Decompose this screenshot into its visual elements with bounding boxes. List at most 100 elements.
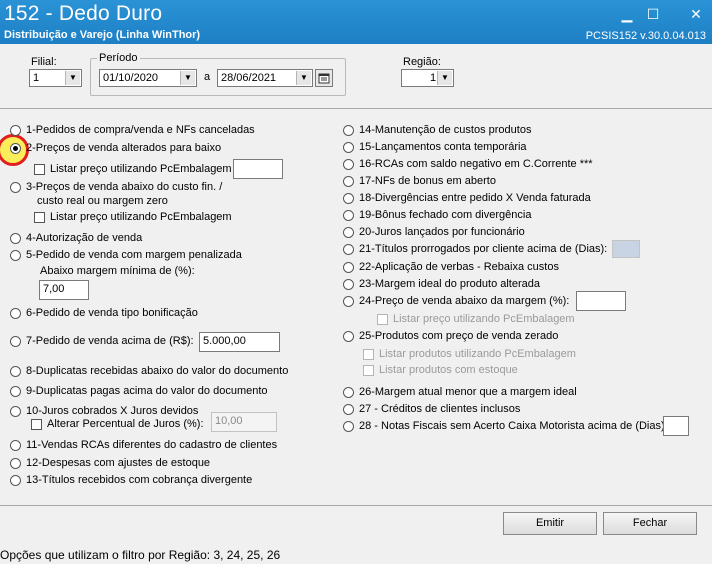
option-25-label: 25-Produtos com preço de venda zerado	[359, 330, 559, 342]
filial-label: Filial:	[31, 56, 57, 68]
radio-option-15[interactable]	[343, 142, 354, 153]
option-24-pcembalagem-label: Listar preço utilizando PcEmbalagem	[393, 313, 575, 325]
option-18-label: 18-Divergências entre pedido X Venda fat…	[359, 192, 591, 204]
radio-option-2[interactable]	[10, 143, 21, 154]
option-6-label: 6-Pedido de venda tipo bonificação	[26, 307, 198, 319]
option-28-days-field[interactable]	[663, 416, 689, 436]
option-3-label-line2: custo real ou margem zero	[37, 195, 168, 207]
radio-option-6[interactable]	[10, 308, 21, 319]
date-end-field[interactable]: 28/06/2021 ▼	[217, 69, 313, 87]
close-icon[interactable]: ✕	[686, 6, 706, 22]
fechar-button[interactable]: Fechar	[603, 512, 697, 535]
option-17-label: 17-NFs de bonus em aberto	[359, 175, 496, 187]
option-27-label: 27 - Créditos de clientes inclusos	[359, 403, 521, 415]
radio-option-16[interactable]	[343, 159, 354, 170]
radio-option-14[interactable]	[343, 125, 354, 136]
radio-option-10[interactable]	[10, 406, 21, 417]
minimize-icon[interactable]: ▁	[617, 6, 637, 22]
title-bar: 152 - Dedo Duro Distribuição e Varejo (L…	[0, 0, 712, 44]
radio-option-9[interactable]	[10, 386, 21, 397]
regiao-value: 1	[430, 72, 437, 84]
regiao-select[interactable]: 1 ▼	[401, 69, 454, 87]
option-25-estoque-checkbox[interactable]	[363, 365, 374, 376]
filial-value: 1	[33, 72, 40, 84]
date-separator: a	[204, 71, 211, 83]
option-25-estoque-label: Listar produtos com estoque	[379, 364, 518, 376]
calendar-icon[interactable]	[315, 69, 333, 87]
radio-option-20[interactable]	[343, 227, 354, 238]
radio-option-7[interactable]	[10, 336, 21, 347]
option-21-label: 21-Títulos prorrogados por cliente acima…	[359, 243, 608, 255]
option-5-margin-field[interactable]: 7,00	[39, 280, 89, 300]
option-3-label: 3-Preços de venda abaixo do custo fin. /	[26, 181, 223, 193]
option-9-label: 9-Duplicatas pagas acima do valor do doc…	[26, 385, 268, 397]
option-10-juros-field[interactable]: 10,00	[211, 412, 277, 432]
option-20-label: 20-Juros lançados por funcionário	[359, 226, 525, 238]
chevron-down-icon: ▼	[296, 71, 311, 85]
option-19-label: 19-Bônus fechado com divergência	[359, 209, 532, 221]
option-24-pcembalagem-checkbox[interactable]	[377, 314, 388, 325]
option-2-label: 2-Preços de venda alterados para baixo	[26, 142, 222, 154]
version-label: PCSIS152 v.30.0.04.013	[585, 30, 706, 42]
radio-option-5[interactable]	[10, 250, 21, 261]
radio-option-24[interactable]	[343, 296, 354, 307]
radio-option-12[interactable]	[10, 458, 21, 469]
radio-option-8[interactable]	[10, 366, 21, 377]
option-2-pcembalagem-label: Listar preço utilizando PcEmbalagem	[50, 163, 232, 175]
option-22-label: 22-Aplicação de verbas - Rebaixa custos	[359, 261, 559, 273]
radio-option-21[interactable]	[343, 244, 354, 255]
radio-option-28[interactable]	[343, 421, 354, 432]
radio-option-1[interactable]	[10, 125, 21, 136]
radio-option-3[interactable]	[10, 182, 21, 193]
option-7-value-field[interactable]: 5.000,00	[199, 332, 280, 352]
option-21-days-field[interactable]	[612, 240, 640, 258]
radio-option-11[interactable]	[10, 440, 21, 451]
option-3-pcembalagem-label: Listar preço utilizando PcEmbalagem	[50, 211, 232, 223]
option-3-pcembalagem-checkbox[interactable]	[34, 212, 45, 223]
periodo-label: Período	[97, 52, 140, 64]
option-2-value-field[interactable]	[233, 159, 283, 179]
option-12-label: 12-Despesas com ajustes de estoque	[26, 457, 211, 469]
filial-select[interactable]: 1 ▼	[29, 69, 82, 87]
date-end-value: 28/06/2021	[221, 72, 277, 84]
chevron-down-icon: ▼	[65, 71, 80, 85]
option-25-pcembalagem-checkbox[interactable]	[363, 349, 374, 360]
chevron-down-icon: ▼	[437, 71, 452, 85]
option-4-label: 4-Autorização de venda	[26, 232, 143, 244]
radio-option-27[interactable]	[343, 404, 354, 415]
status-bar-text: Opções que utilizam o filtro por Região:…	[0, 548, 281, 562]
option-15-label: 15-Lançamentos conta temporária	[359, 141, 527, 153]
option-7-label: 7-Pedido de venda acima de (R$):	[26, 335, 194, 347]
radio-option-17[interactable]	[343, 176, 354, 187]
option-23-label: 23-Margem ideal do produto alterada	[359, 278, 541, 290]
option-25-pcembalagem-label: Listar produtos utilizando PcEmbalagem	[379, 348, 576, 360]
emitir-button[interactable]: Emitir	[503, 512, 597, 535]
option-28-label: 28 - Notas Fiscais sem Acerto Caixa Moto…	[359, 420, 668, 432]
radio-option-13[interactable]	[10, 475, 21, 486]
window-title: 152 - Dedo Duro	[4, 2, 163, 25]
option-16-label: 16-RCAs com saldo negativo em C.Corrente…	[359, 158, 593, 170]
radio-option-23[interactable]	[343, 279, 354, 290]
option-2-pcembalagem-checkbox[interactable]	[34, 164, 45, 175]
date-start-value: 01/10/2020	[103, 72, 159, 84]
radio-option-22[interactable]	[343, 262, 354, 273]
option-24-margin-field[interactable]	[576, 291, 626, 311]
option-14-label: 14-Manutenção de custos produtos	[359, 124, 532, 136]
option-5-label: 5-Pedido de venda com margem penalizada	[26, 249, 242, 261]
date-start-field[interactable]: 01/10/2020 ▼	[99, 69, 197, 87]
regiao-label: Região:	[403, 56, 441, 68]
radio-option-19[interactable]	[343, 210, 354, 221]
option-10-juros-checkbox[interactable]	[31, 419, 42, 430]
option-24-label: 24-Preço de venda abaixo da margem (%):	[359, 295, 570, 307]
chevron-down-icon: ▼	[180, 71, 195, 85]
radio-option-4[interactable]	[10, 233, 21, 244]
radio-option-25[interactable]	[343, 331, 354, 342]
option-11-label: 11-Vendas RCAs diferentes do cadastro de…	[26, 439, 278, 451]
window-subtitle: Distribuição e Varejo (Linha WinThor)	[4, 29, 201, 41]
option-26-label: 26-Margem atual menor que a margem ideal	[359, 386, 577, 398]
radio-option-18[interactable]	[343, 193, 354, 204]
radio-option-26[interactable]	[343, 387, 354, 398]
option-8-label: 8-Duplicatas recebidas abaixo do valor d…	[26, 365, 289, 377]
option-1-label: 1-Pedidos de compra/venda e NFs cancelad…	[26, 124, 255, 136]
maximize-icon[interactable]: ☐	[643, 6, 663, 22]
